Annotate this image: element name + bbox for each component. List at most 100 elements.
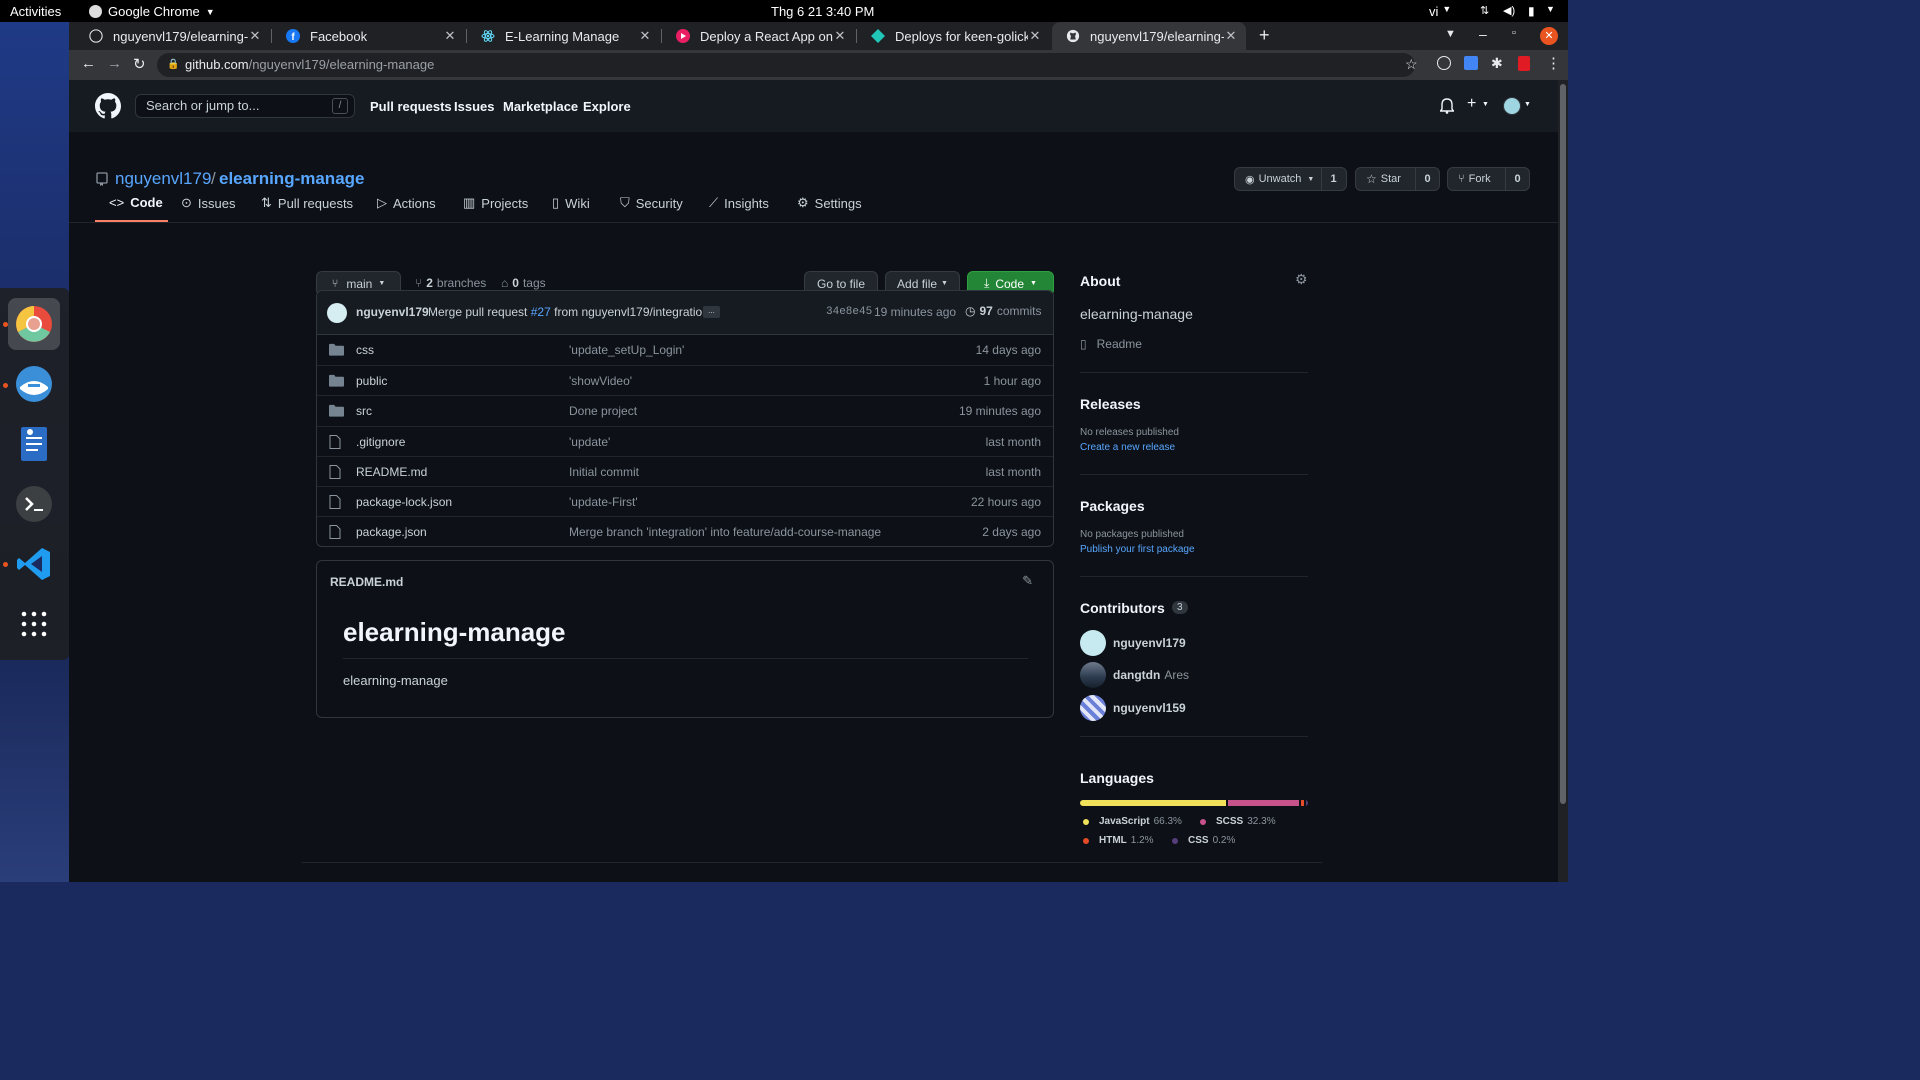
tab-projects[interactable]: ▥ Projects (463, 195, 528, 211)
kebab-menu-icon[interactable]: ⋮ (1546, 54, 1561, 72)
commits-link[interactable]: ◷ 97 commits (965, 304, 1042, 318)
readme-filename[interactable]: README.md (330, 575, 403, 589)
unwatch-button[interactable]: ◉ Unwatch ▼ 1 (1234, 167, 1347, 191)
tab-search-icon[interactable]: ▼ (1445, 28, 1456, 40)
publish-package-link[interactable]: Publish your first package (1080, 544, 1195, 555)
tab-elearning[interactable]: E-Learning Manage ✕ (467, 22, 660, 50)
create-new-plus-icon[interactable]: + (1467, 95, 1476, 113)
contributor[interactable]: dangtdn Ares (1080, 662, 1189, 688)
expand-commit-button[interactable]: ... (703, 306, 720, 318)
file-row[interactable]: package-lock.json 'update-First' 22 hours … (317, 485, 1053, 516)
pdf-extension-icon[interactable] (1518, 56, 1530, 71)
activities-button[interactable]: Activities (10, 4, 61, 19)
search-input[interactable]: Search or jump to... / (135, 94, 355, 118)
minimize-icon[interactable]: – (1479, 26, 1487, 42)
back-icon[interactable]: ← (81, 55, 96, 72)
tab-security[interactable]: ⛉ Security (620, 195, 683, 211)
language-scss[interactable]: SCSS 32.3% (1200, 816, 1276, 827)
nav-pull-requests[interactable]: Pull requests (370, 99, 452, 114)
network-icon[interactable]: ⇅ (1480, 4, 1489, 17)
contributor[interactable]: nguyenvl179 (1080, 630, 1186, 656)
close-icon[interactable]: ✕ (638, 28, 652, 44)
file-name[interactable]: src (356, 404, 372, 418)
file-commit-message[interactable]: Initial commit (569, 465, 639, 479)
translate-icon[interactable] (1464, 56, 1478, 70)
branches-link[interactable]: ⑂ 2 branches (415, 276, 486, 290)
file-name[interactable]: public (356, 374, 387, 388)
file-row[interactable]: css 'update_setUp_Login' 14 days ago (317, 335, 1053, 365)
tab-actions[interactable]: ▷ Actions (377, 195, 436, 211)
commit-message[interactable]: Merge pull request #27 from nguyenvl179/… (428, 305, 709, 319)
file-row[interactable]: .gitignore 'update' last month (317, 425, 1053, 456)
gear-icon[interactable]: ⚙ (1295, 271, 1308, 288)
commit-sha[interactable]: 34e8e45 (826, 306, 872, 318)
dock-app-2[interactable] (8, 358, 60, 410)
file-name[interactable]: css (356, 343, 374, 357)
repo-owner-link[interactable]: nguyenvl179 (115, 169, 211, 189)
file-commit-message[interactable]: Done project (569, 404, 637, 418)
system-menu-caret-icon[interactable]: ▼ (1546, 4, 1555, 14)
dock-chrome[interactable] (8, 298, 60, 350)
user-avatar[interactable] (1503, 97, 1521, 115)
reload-icon[interactable]: ↻ (133, 55, 146, 73)
bookmark-star-icon[interactable]: ☆ (1405, 56, 1418, 73)
tab-facebook[interactable]: f Facebook ✕ (272, 22, 465, 50)
github-logo-icon[interactable] (95, 93, 121, 119)
tab-settings[interactable]: ⚙ Settings (797, 195, 862, 211)
tab-wiki[interactable]: ▯ Wiki (552, 195, 590, 211)
tab-github-active[interactable]: nguyenvl179/elearning-m ✕ (1052, 22, 1246, 50)
file-row[interactable]: src Done project 19 minutes ago (317, 395, 1053, 425)
volume-icon[interactable]: ◀) (1503, 4, 1515, 17)
extension-icon[interactable] (1437, 56, 1451, 70)
new-tab-plus-icon[interactable]: + (1259, 25, 1270, 46)
close-icon[interactable]: ✕ (248, 28, 262, 44)
contributor[interactable]: nguyenvl159 (1080, 695, 1186, 721)
address-bar[interactable]: 🔒 github.com/nguyenvl179/elearning-manag… (157, 53, 1415, 77)
tab-insights[interactable]: ⟋ Insights (709, 195, 769, 211)
file-commit-message[interactable]: Merge branch 'integration' into feature/… (569, 525, 881, 539)
close-icon[interactable]: ✕ (1028, 28, 1042, 44)
pull-request-link[interactable]: #27 (531, 305, 551, 319)
fork-count[interactable]: 0 (1505, 173, 1530, 185)
file-name[interactable]: README.md (356, 465, 427, 479)
scrollbar-thumb[interactable] (1560, 84, 1566, 804)
tab-github-1[interactable]: nguyenvl179/elearning-m ✕ (75, 22, 270, 50)
star-button[interactable]: ☆ Star 0 (1355, 167, 1440, 191)
nav-explore[interactable]: Explore (583, 99, 631, 114)
window-close-icon[interactable]: ✕ (1540, 27, 1558, 45)
tags-link[interactable]: ⌂ 0 tags (501, 276, 546, 290)
forward-icon[interactable]: → (107, 55, 122, 72)
file-row[interactable]: package.json Merge branch 'integration' i… (317, 516, 1053, 546)
author-avatar[interactable] (327, 303, 347, 323)
releases-heading[interactable]: Releases (1080, 396, 1141, 412)
page-scrollbar[interactable] (1558, 80, 1568, 882)
file-name[interactable]: package-lock.json (356, 495, 452, 509)
packages-heading[interactable]: Packages (1080, 498, 1145, 514)
repo-name-link[interactable]: elearning-manage (219, 169, 365, 189)
file-name[interactable]: .gitignore (356, 435, 405, 449)
edit-pencil-icon[interactable]: ✎ (1022, 573, 1033, 589)
dock-vscode[interactable] (8, 538, 60, 590)
dock-terminal[interactable] (8, 478, 60, 530)
tab-netlify-deploys[interactable]: Deploys for keen-golick-4(✕ (857, 22, 1050, 50)
watch-count[interactable]: 1 (1321, 173, 1346, 185)
star-count[interactable]: 0 (1415, 173, 1440, 185)
file-row[interactable]: public 'showVideo' 1 hour ago (317, 365, 1053, 395)
file-commit-message[interactable]: 'showVideo' (569, 374, 632, 388)
nav-issues[interactable]: Issues (454, 99, 494, 114)
app-menu[interactable]: Google Chrome ▼ (89, 4, 215, 19)
file-row[interactable]: README.md Initial commit last month (317, 455, 1053, 486)
show-applications[interactable] (8, 598, 60, 650)
tab-pull-requests[interactable]: ⇅ Pull requests (261, 195, 353, 211)
input-source[interactable]: vi ▼ (1429, 4, 1451, 19)
file-name[interactable]: package.json (356, 525, 427, 539)
close-icon[interactable]: ✕ (833, 28, 847, 44)
contributors-heading[interactable]: Contributors (1080, 600, 1165, 616)
fork-button[interactable]: ⑂ Fork 0 (1447, 167, 1530, 191)
file-commit-message[interactable]: 'update_setUp_Login' (569, 343, 684, 357)
commit-author[interactable]: nguyenvl179 (356, 305, 429, 319)
close-icon[interactable]: ✕ (443, 28, 457, 44)
file-commit-message[interactable]: 'update-First' (569, 495, 638, 509)
maximize-icon[interactable]: ▫ (1512, 27, 1516, 39)
puzzle-icon[interactable]: ✱ (1491, 55, 1503, 72)
